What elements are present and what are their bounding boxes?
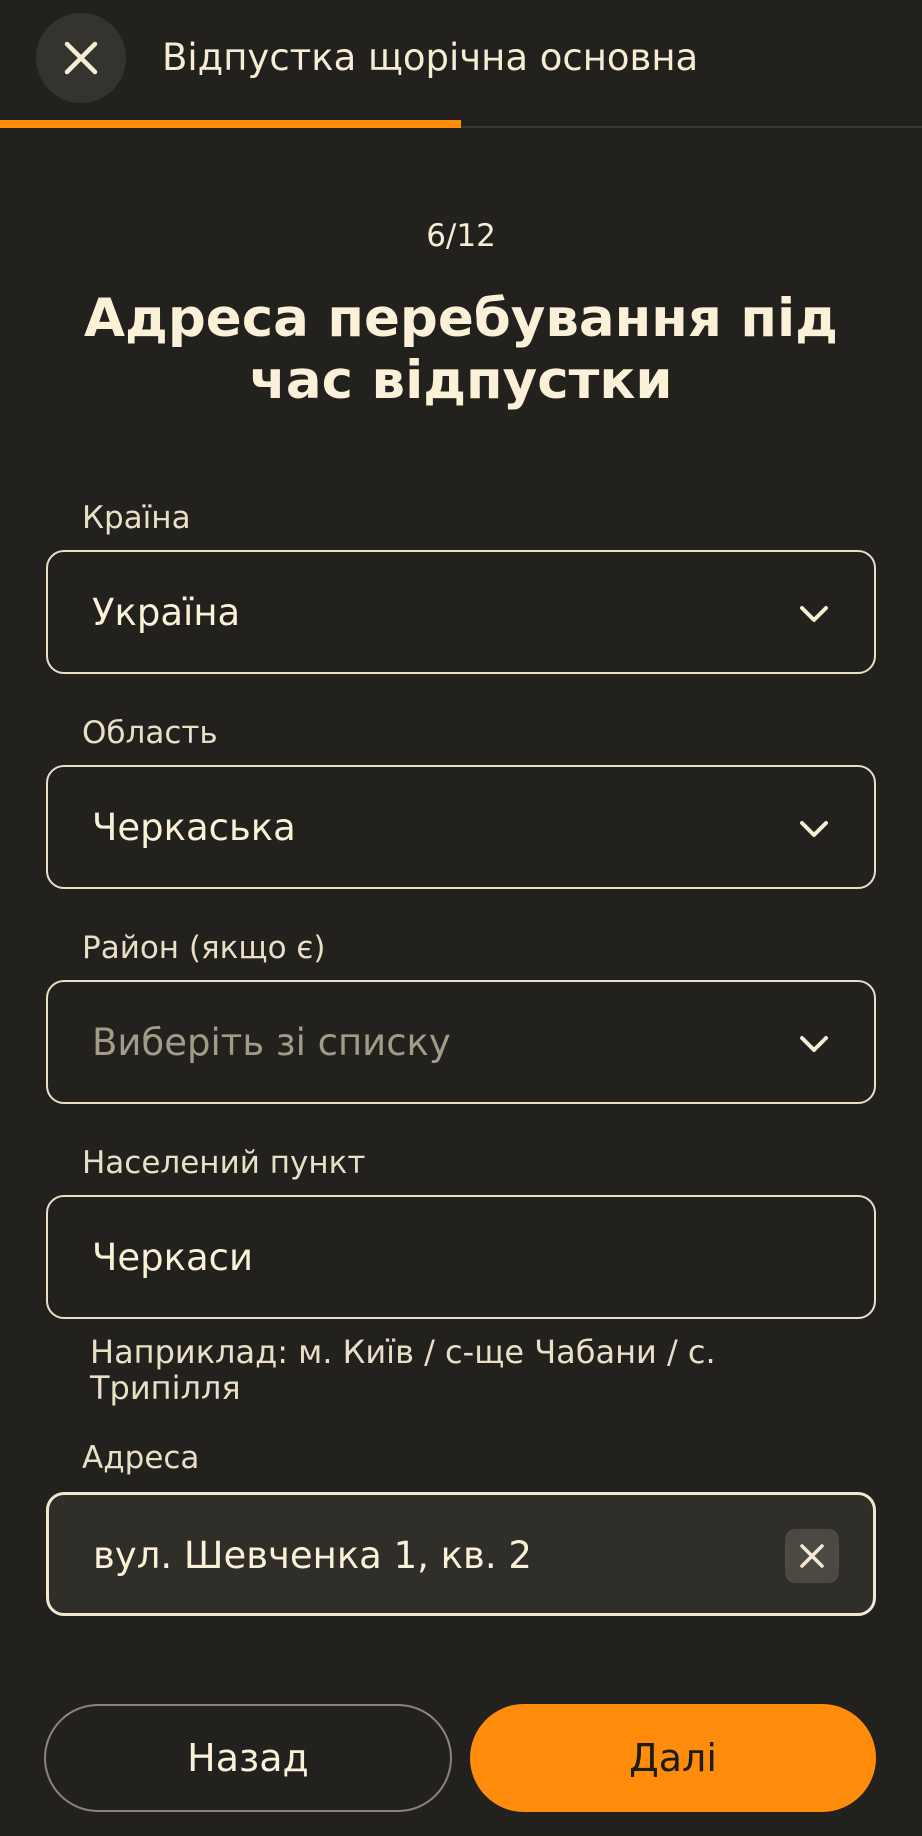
next-button[interactable]: Далі [470,1704,876,1812]
country-value: Україна [92,591,241,634]
region-value: Черкаська [92,806,296,849]
settlement-value: Черкаси [92,1236,254,1279]
chevron-down-icon [800,1036,828,1052]
address-input[interactable]: вул. Шевченка 1, кв. 2 [46,1492,876,1616]
progress-bar [0,120,922,128]
district-label: Район (якщо є) [82,930,326,966]
close-icon [800,1544,824,1568]
top-bar: Відпустка щорічна основна [0,0,922,128]
district-placeholder: Виберіть зі списку [92,1021,451,1064]
country-select[interactable]: Україна [46,550,876,674]
progress-bar-fill [0,120,461,128]
district-select[interactable]: Виберіть зі списку [46,980,876,1104]
page-title: Адреса перебування під час відпустки [84,288,838,411]
chevron-down-icon [800,606,828,622]
back-button[interactable]: Назад [44,1704,452,1812]
settlement-hint: Наприклад: м. Київ / с-ще Чабани / с. Тр… [90,1333,716,1407]
close-icon [64,41,98,75]
settlement-input[interactable]: Черкаси [46,1195,876,1319]
step-counter: 6/12 [426,218,496,254]
region-select[interactable]: Черкаська [46,765,876,889]
page-header-title: Відпустка щорічна основна [162,36,699,79]
clear-address-button[interactable] [785,1529,839,1583]
chevron-down-icon [800,821,828,837]
country-label: Країна [82,500,191,536]
close-button[interactable] [36,13,126,103]
address-value: вул. Шевченка 1, кв. 2 [93,1534,532,1577]
address-label: Адреса [82,1440,200,1476]
settlement-label: Населений пункт [82,1145,366,1181]
region-label: Область [82,715,218,751]
